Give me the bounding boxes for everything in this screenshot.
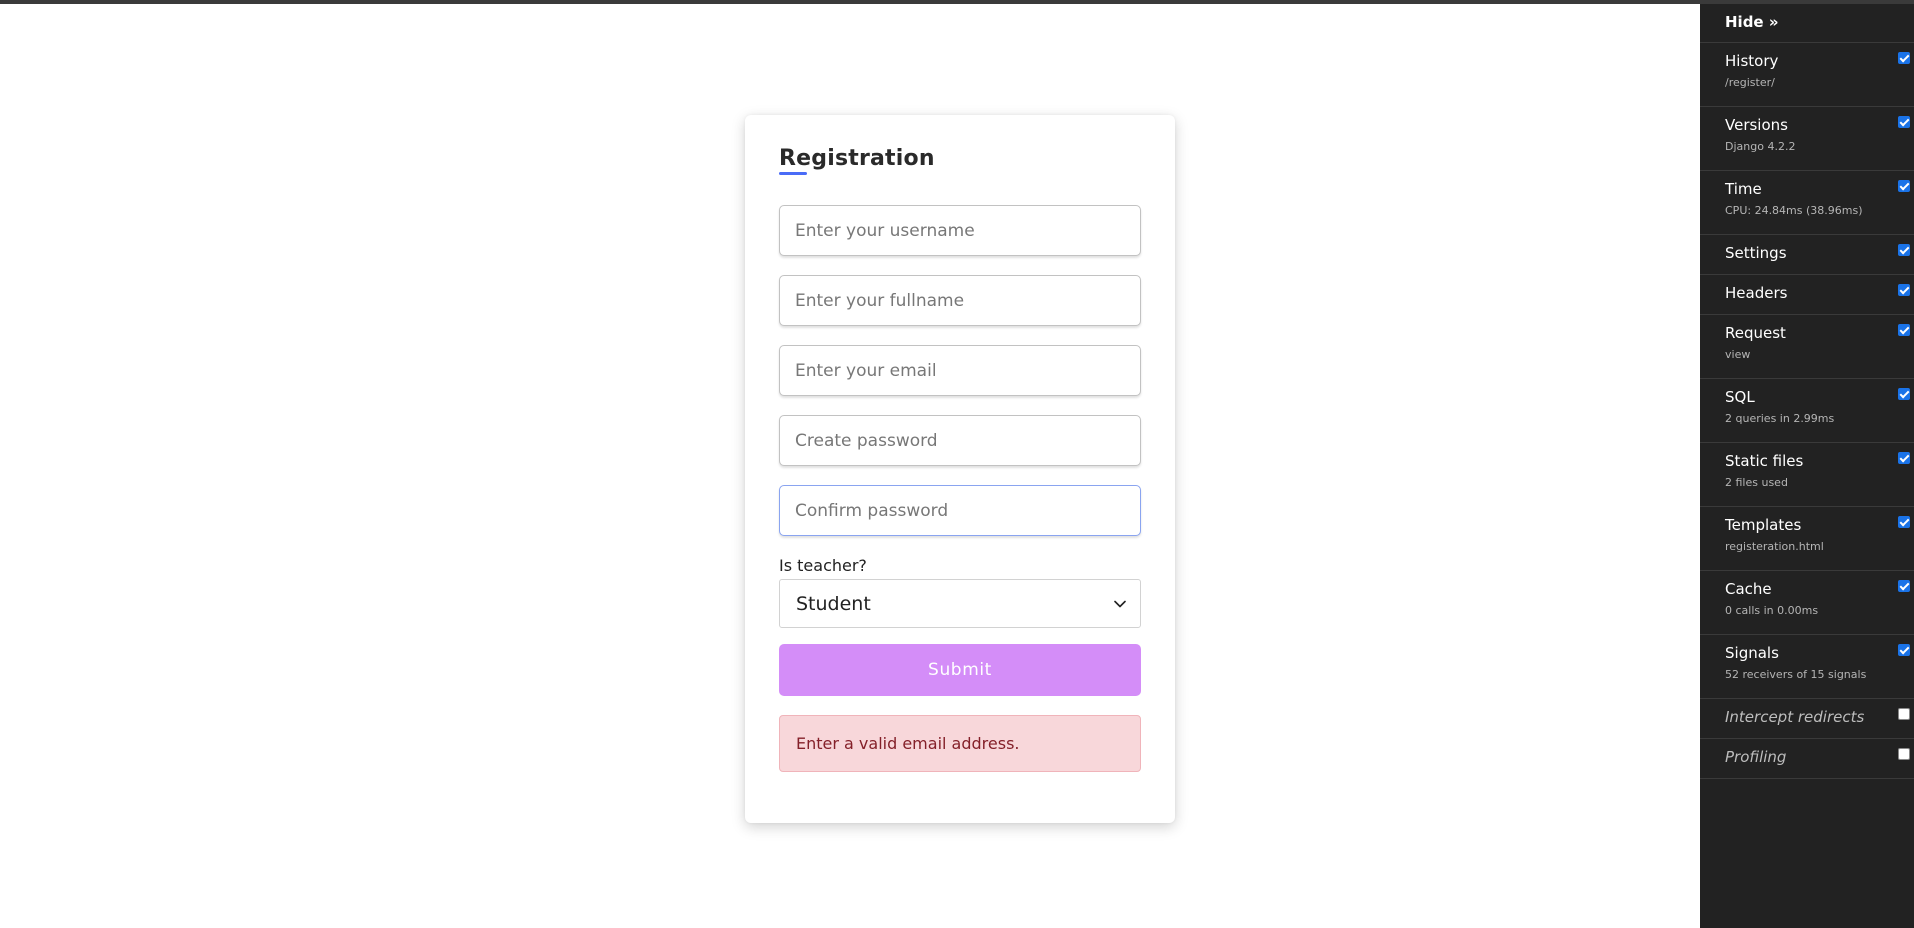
panel-intercept-redirects[interactable]: Intercept redirects bbox=[1700, 699, 1914, 739]
panel-signals[interactable]: Signals 52 receivers of 15 signals bbox=[1700, 635, 1914, 699]
panel-subtitle: /register/ bbox=[1725, 76, 1775, 89]
fullname-field[interactable] bbox=[779, 275, 1141, 326]
panel-name: Request bbox=[1725, 324, 1786, 342]
panel-name: Cache bbox=[1725, 580, 1772, 598]
panel-cache[interactable]: Cache 0 calls in 0.00ms bbox=[1700, 571, 1914, 635]
panel-subtitle: registeration.html bbox=[1725, 540, 1824, 553]
submit-button[interactable]: Submit bbox=[779, 644, 1141, 696]
panel-history[interactable]: History /register/ bbox=[1700, 43, 1914, 107]
panel-subtitle: 2 files used bbox=[1725, 476, 1788, 489]
panel-name: SQL bbox=[1725, 388, 1755, 406]
panel-static-files[interactable]: Static files 2 files used bbox=[1700, 443, 1914, 507]
panel-toggle-checkbox[interactable] bbox=[1898, 116, 1910, 128]
panel-versions[interactable]: Versions Django 4.2.2 bbox=[1700, 107, 1914, 171]
panel-subtitle: 2 queries in 2.99ms bbox=[1725, 412, 1835, 425]
panel-subtitle: 52 receivers of 15 signals bbox=[1725, 668, 1867, 681]
page-title: Registration bbox=[779, 146, 935, 171]
panel-toggle-checkbox[interactable] bbox=[1898, 388, 1910, 400]
panel-toggle-checkbox[interactable] bbox=[1898, 324, 1910, 336]
panel-toggle-checkbox[interactable] bbox=[1898, 244, 1910, 256]
panel-toggle-checkbox[interactable] bbox=[1898, 748, 1910, 760]
panel-subtitle: CPU: 24.84ms (38.96ms) bbox=[1725, 204, 1863, 217]
panel-name: Static files bbox=[1725, 452, 1804, 470]
panel-subtitle: Django 4.2.2 bbox=[1725, 140, 1796, 153]
panel-toggle-checkbox[interactable] bbox=[1898, 52, 1910, 64]
panel-request[interactable]: Request view bbox=[1700, 315, 1914, 379]
panel-time[interactable]: Time CPU: 24.84ms (38.96ms) bbox=[1700, 171, 1914, 235]
panel-toggle-checkbox[interactable] bbox=[1898, 644, 1910, 656]
panel-name: Settings bbox=[1725, 244, 1787, 262]
panel-templates[interactable]: Templates registeration.html bbox=[1700, 507, 1914, 571]
panel-subtitle: 0 calls in 0.00ms bbox=[1725, 604, 1819, 617]
panel-name: Time bbox=[1725, 180, 1762, 198]
panel-name: Templates bbox=[1725, 516, 1802, 534]
title-underline bbox=[779, 172, 807, 175]
panel-sql[interactable]: SQL 2 queries in 2.99ms bbox=[1700, 379, 1914, 443]
panel-name: Headers bbox=[1725, 284, 1788, 302]
is-teacher-select[interactable]: Student bbox=[779, 579, 1141, 628]
panel-toggle-checkbox[interactable] bbox=[1898, 708, 1910, 720]
panel-toggle-checkbox[interactable] bbox=[1898, 180, 1910, 192]
error-alert: Enter a valid email address. bbox=[779, 715, 1141, 772]
panel-name: Versions bbox=[1725, 116, 1788, 134]
debug-toolbar: Hide » History /register/ Versions Djang… bbox=[1700, 4, 1914, 928]
browser-top-edge bbox=[0, 0, 1914, 4]
is-teacher-label: Is teacher? bbox=[779, 556, 867, 575]
panel-name: Signals bbox=[1725, 644, 1779, 662]
panel-toggle-checkbox[interactable] bbox=[1898, 452, 1910, 464]
password-field[interactable] bbox=[779, 415, 1141, 466]
panel-toggle-checkbox[interactable] bbox=[1898, 580, 1910, 592]
panel-toggle-checkbox[interactable] bbox=[1898, 284, 1910, 296]
error-message: Enter a valid email address. bbox=[796, 734, 1020, 753]
panel-settings[interactable]: Settings bbox=[1700, 235, 1914, 275]
is-teacher-selected-value: Student bbox=[796, 592, 871, 615]
panel-name: Intercept redirects bbox=[1725, 708, 1865, 726]
chevron-down-icon bbox=[1114, 600, 1126, 607]
email-field[interactable] bbox=[779, 345, 1141, 396]
panel-subtitle: view bbox=[1725, 348, 1751, 361]
panel-profiling[interactable]: Profiling bbox=[1700, 739, 1914, 779]
username-field[interactable] bbox=[779, 205, 1141, 256]
panel-headers[interactable]: Headers bbox=[1700, 275, 1914, 315]
hide-toolbar-button[interactable]: Hide » bbox=[1700, 4, 1914, 43]
panel-name: History bbox=[1725, 52, 1779, 70]
panel-name: Profiling bbox=[1725, 748, 1787, 766]
registration-card: Registration Is teacher? Student Submit … bbox=[745, 115, 1175, 823]
panel-toggle-checkbox[interactable] bbox=[1898, 516, 1910, 528]
confirm-password-field[interactable] bbox=[779, 485, 1141, 536]
